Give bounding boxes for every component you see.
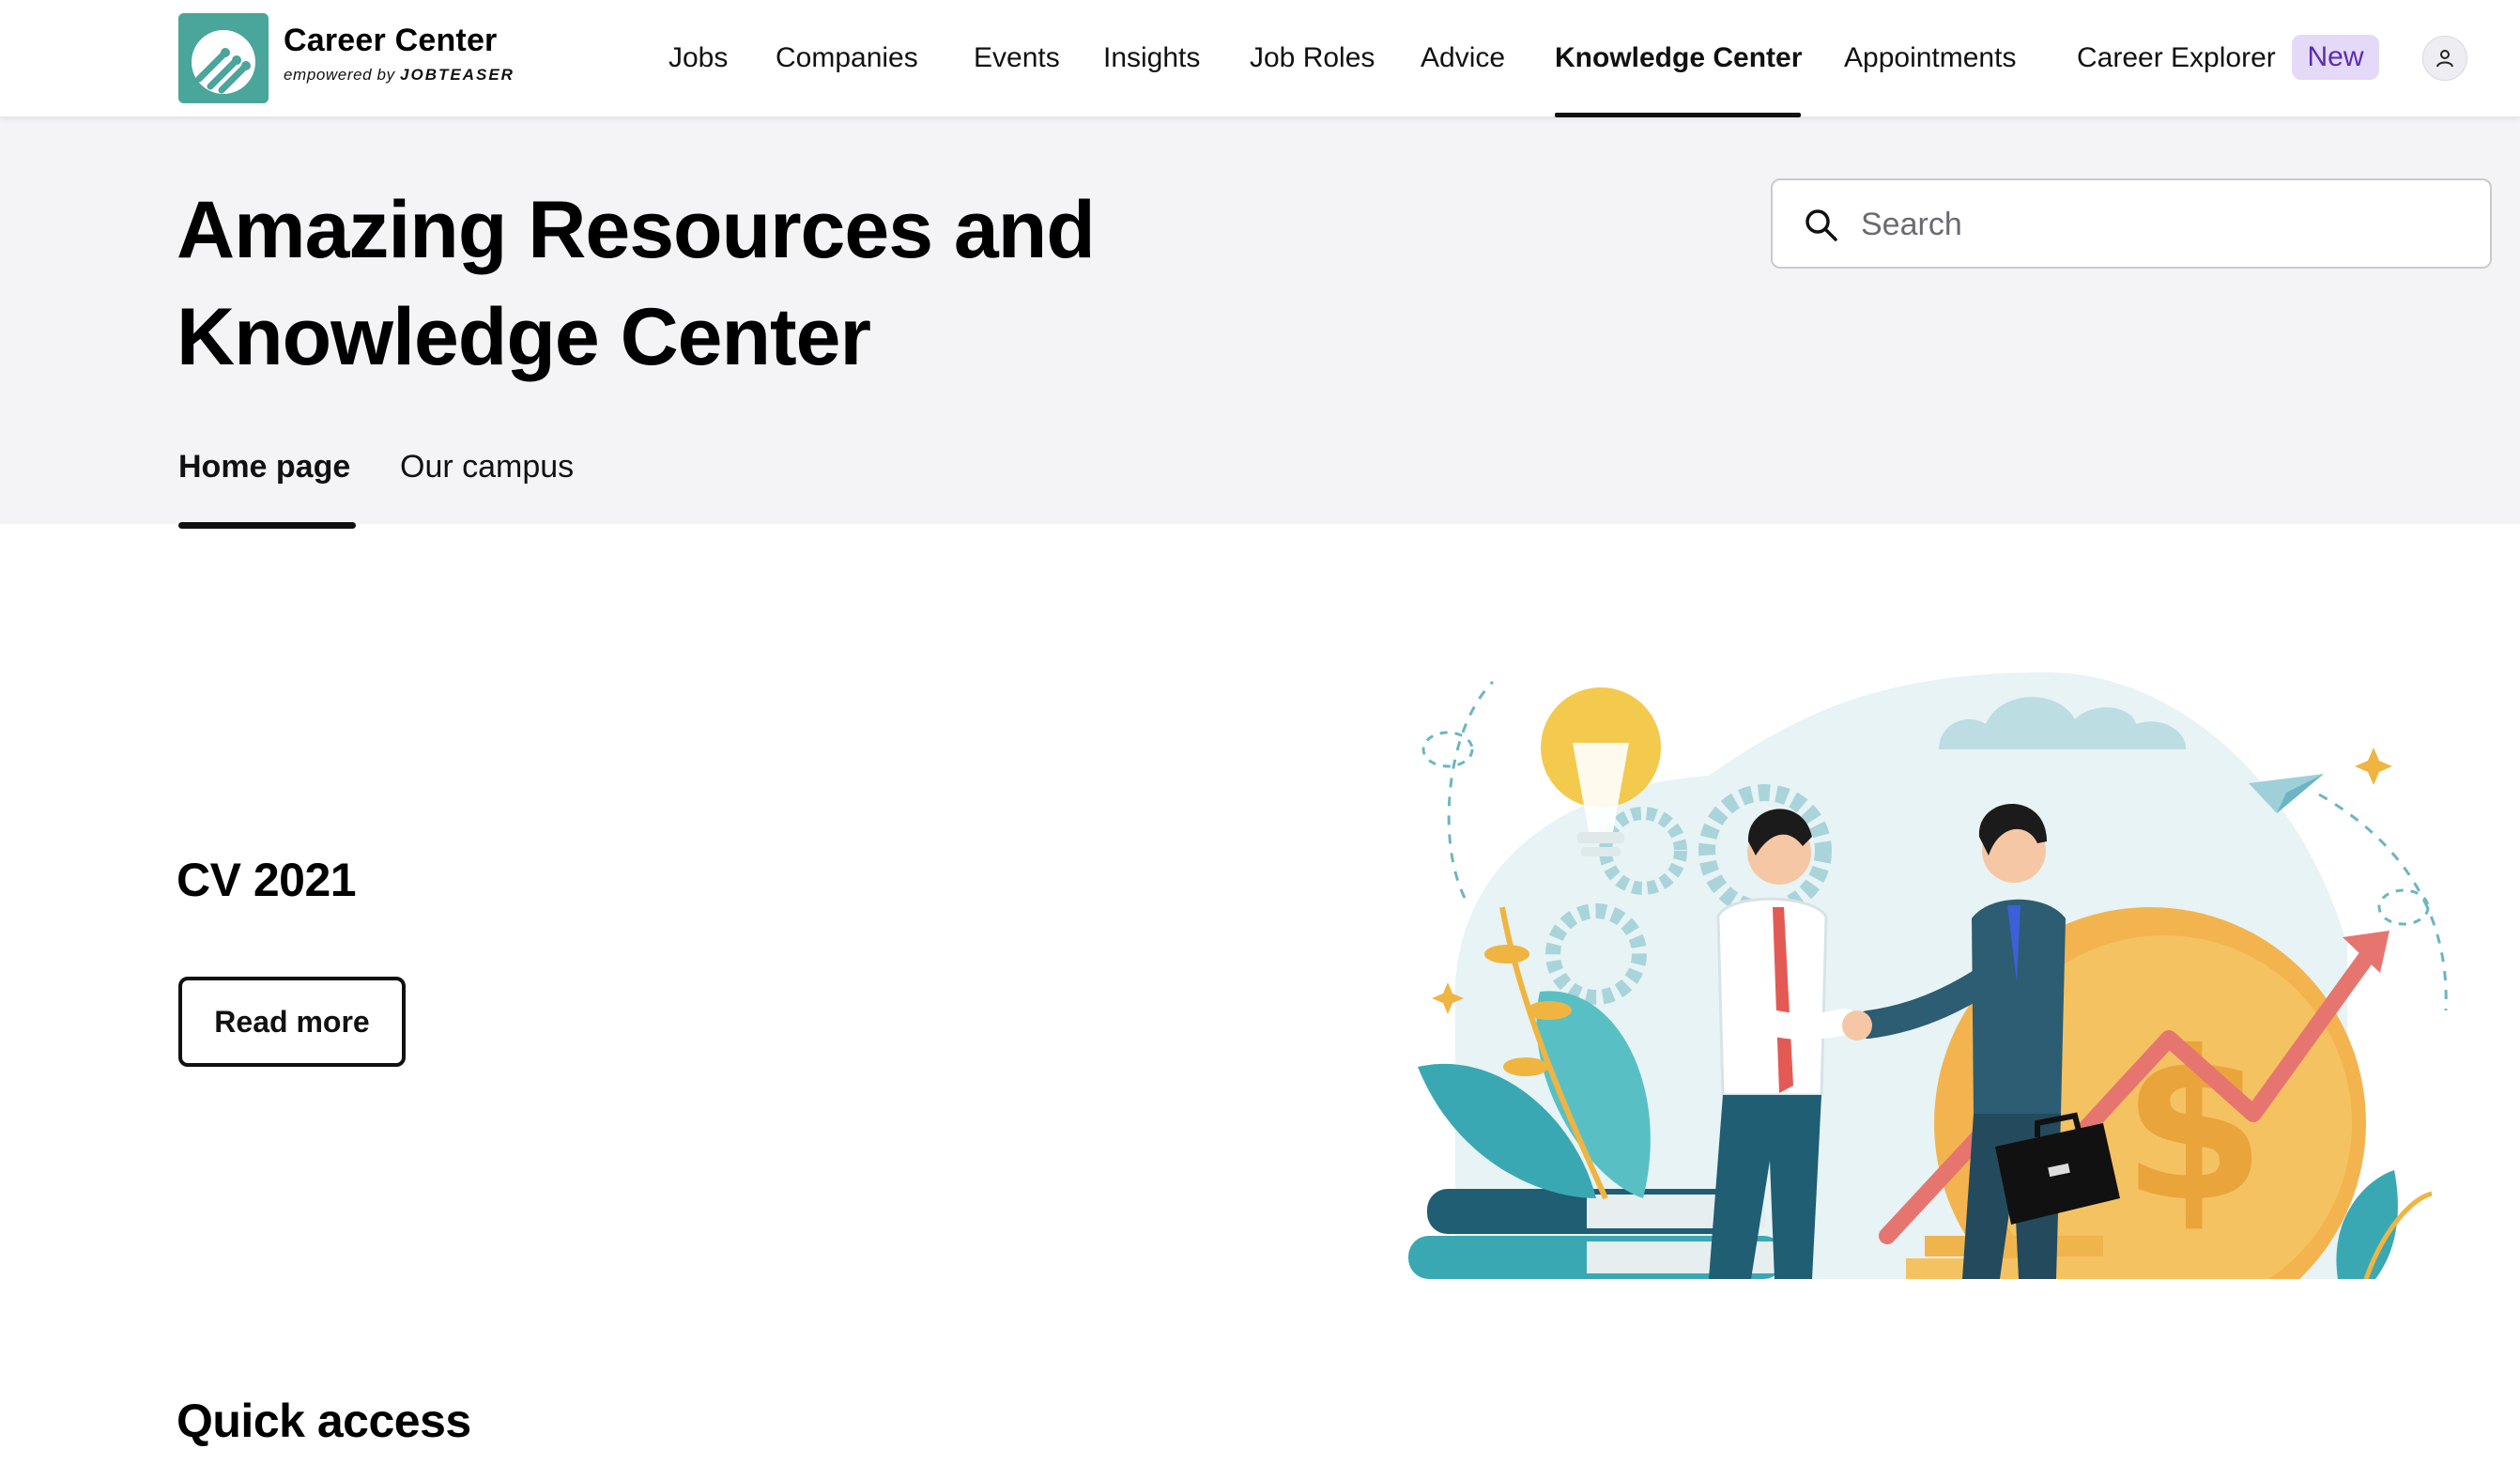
nav-appointments[interactable]: Appointments [1844,36,2016,81]
nav-knowledge-center[interactable]: Knowledge Center [1555,36,1802,81]
logo-mark-icon [178,13,269,103]
search-input[interactable] [1861,197,2462,252]
featured-article-title: CV 2021 [177,854,357,906]
nav-career-explorer[interactable]: Career Explorer [2077,36,2276,81]
knowledge-center-header: Amazing Resources and Knowledge Center H… [0,118,2520,529]
tab-active-indicator [178,522,356,529]
search-bar[interactable] [1771,178,2492,269]
career-center-logo[interactable] [178,13,269,103]
svg-text:$: $ [2122,1007,2266,1247]
search-icon [1805,209,1837,241]
user-icon [2436,50,2453,68]
quick-access-title: Quick access [177,1395,471,1447]
nav-insights[interactable]: Insights [1103,36,1200,81]
nav-events[interactable]: Events [974,36,1060,81]
powered-by-prefix: empowered by [284,66,395,84]
nav-jobs[interactable]: Jobs [668,36,728,81]
tab-our-campus[interactable]: Our campus [400,449,574,486]
read-more-button[interactable]: Read more [178,977,406,1067]
profile-button[interactable] [2422,36,2467,81]
brand-name: Career Center [284,23,498,58]
brand-tagline: empowered by JOBTEASER [284,66,515,85]
tab-home-page[interactable]: Home page [178,449,350,486]
nav-active-indicator [1555,113,1801,117]
new-badge: New [2292,35,2379,80]
nav-advice[interactable]: Advice [1421,36,1505,81]
powered-by-brand: JOBTEASER [400,66,515,84]
nav-job-roles[interactable]: Job Roles [1250,36,1375,81]
top-navigation: Career Center empowered by JOBTEASER Job… [0,0,2520,118]
page-title: Amazing Resources and Knowledge Center [177,185,1096,382]
featured-illustration: $ [1399,672,2452,1339]
nav-companies[interactable]: Companies [776,36,918,81]
business-handshake-illustration: $ [1408,672,2448,1339]
